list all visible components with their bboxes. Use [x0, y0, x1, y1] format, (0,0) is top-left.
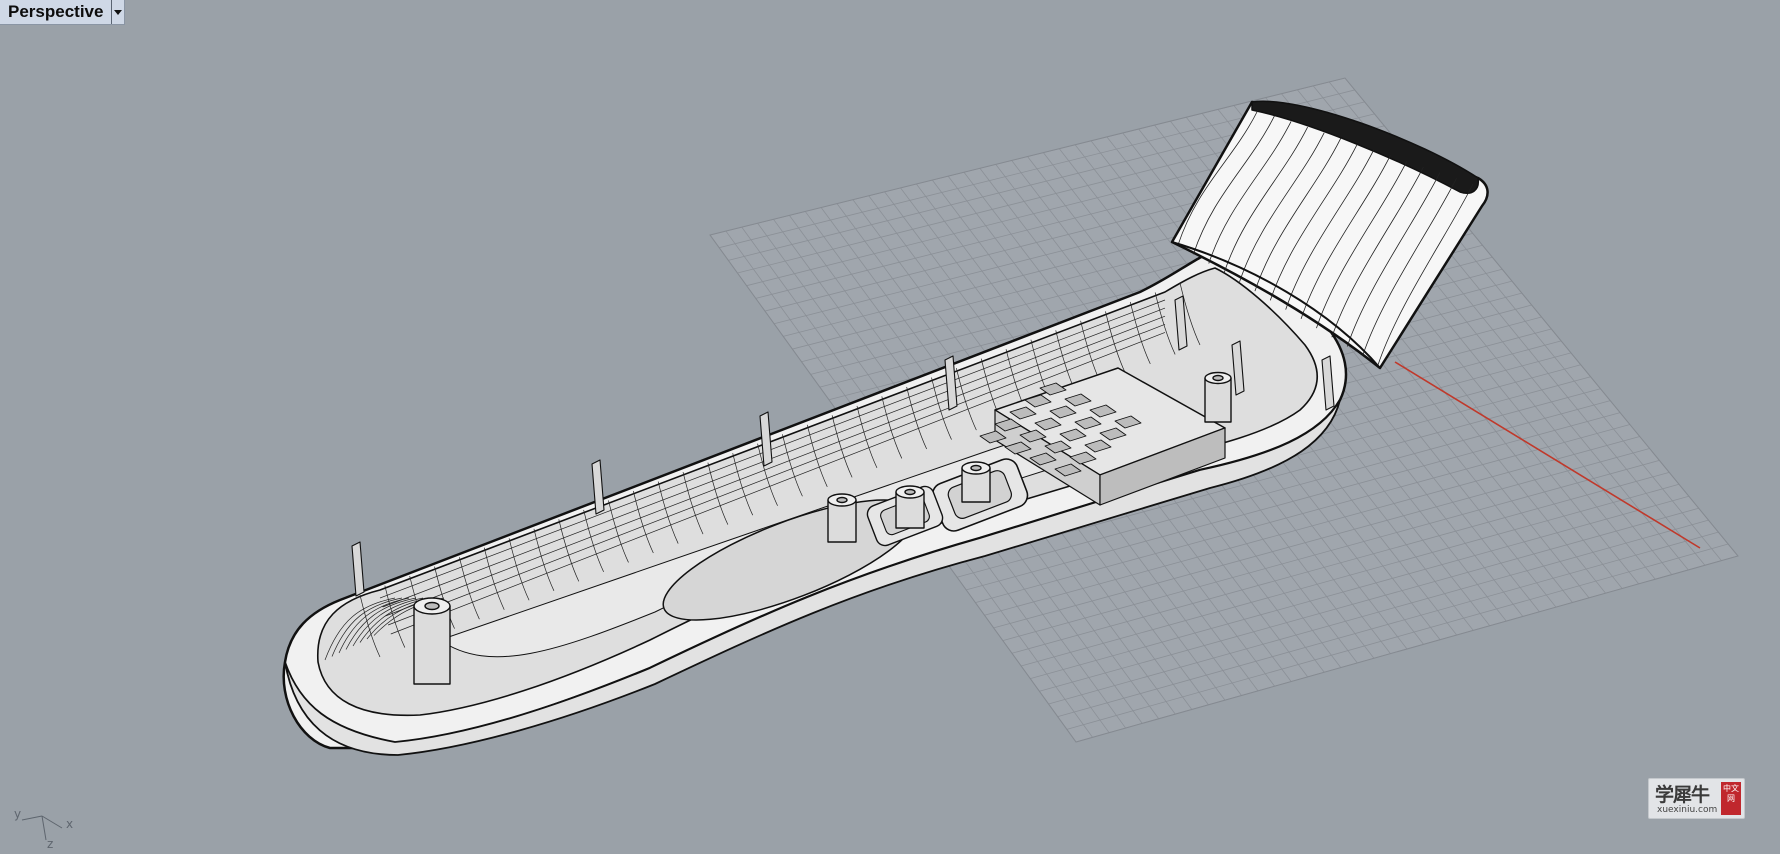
- axes-widget: x y z: [14, 807, 73, 850]
- perspective-viewport[interactable]: Perspective x y z 学犀牛 xuexiniu.com 中文网: [0, 0, 1780, 854]
- axis-label-x: x: [66, 817, 73, 831]
- viewport-title-tab[interactable]: Perspective: [0, 0, 126, 25]
- watermark-seal: 中文网: [1721, 782, 1741, 815]
- viewport-title[interactable]: Perspective: [0, 0, 111, 24]
- axis-label-z: z: [47, 837, 53, 850]
- scene-canvas[interactable]: [0, 0, 1780, 854]
- watermark-url: xuexiniu.com: [1657, 805, 1718, 815]
- watermark-logo: 学犀牛 xuexiniu.com 中文网: [1648, 778, 1745, 819]
- watermark-text: 学犀牛: [1655, 784, 1710, 806]
- dropdown-arrow-icon[interactable]: [111, 0, 124, 24]
- axis-label-y: y: [14, 807, 21, 821]
